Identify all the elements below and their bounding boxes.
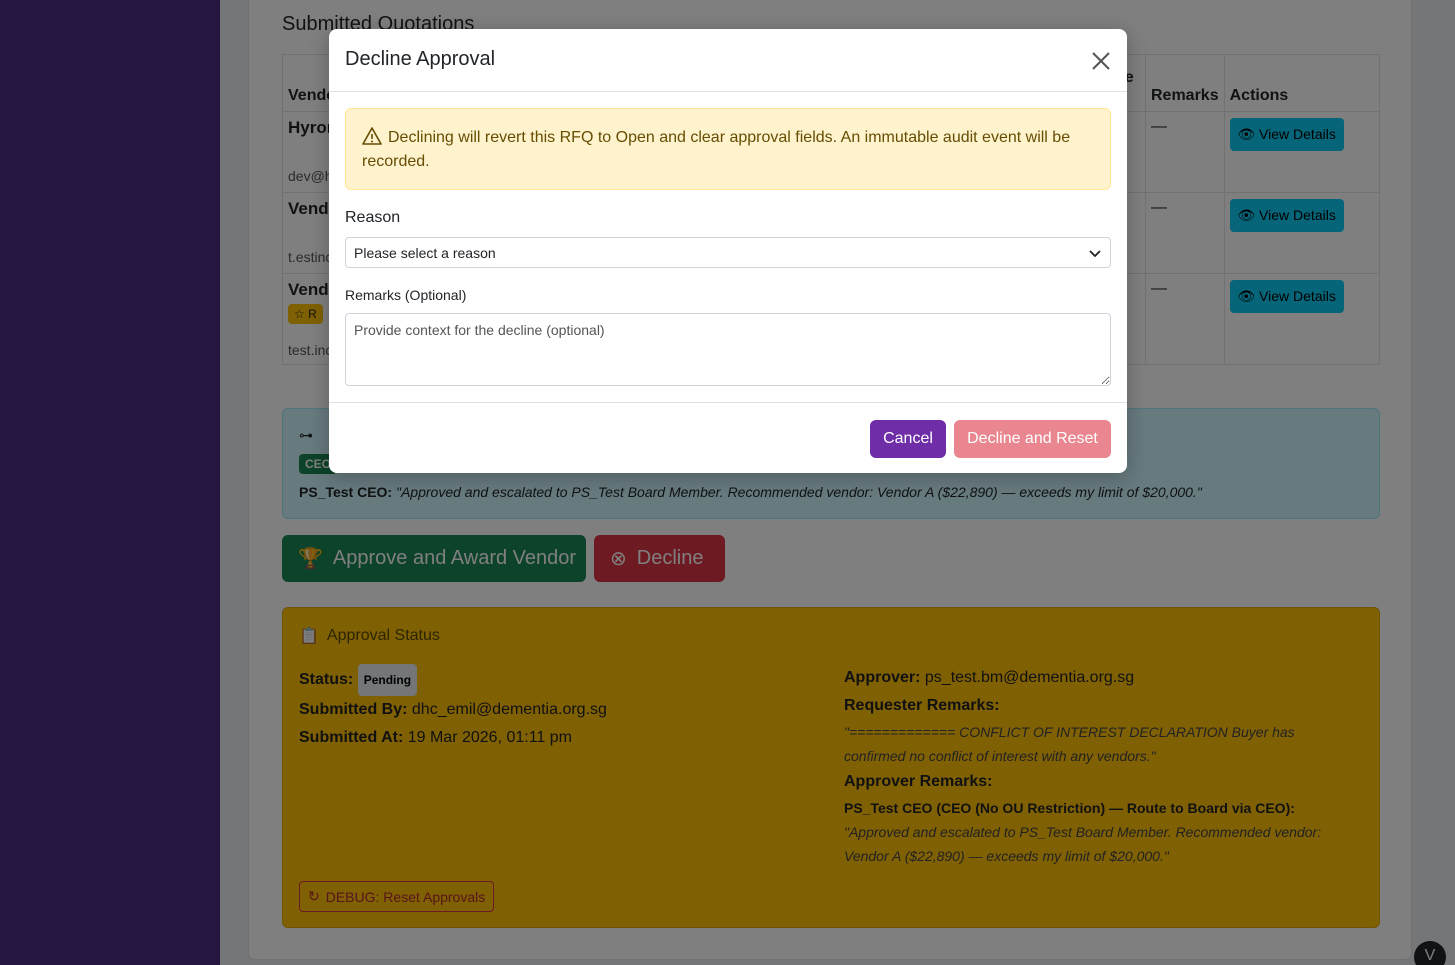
warning-triangle-icon <box>362 127 382 145</box>
decline-and-reset-button[interactable]: Decline and Reset <box>954 420 1111 458</box>
close-icon <box>1092 52 1110 70</box>
close-button[interactable] <box>1089 49 1113 73</box>
reason-select-value: Please select a reason <box>354 244 496 261</box>
warning-alert-text: Declining will revert this RFQ to Open a… <box>362 129 1071 170</box>
modal-header: Decline Approval <box>329 29 1127 92</box>
modal-title: Decline Approval <box>345 48 496 70</box>
cancel-button[interactable]: Cancel <box>870 420 946 458</box>
remarks-label: Remarks (Optional) <box>345 287 467 303</box>
remarks-textarea[interactable] <box>345 313 1111 386</box>
modal-footer: Cancel Decline and Reset <box>329 402 1127 473</box>
reason-select[interactable]: Please select a reason <box>345 237 1111 268</box>
warning-alert: Declining will revert this RFQ to Open a… <box>345 108 1111 190</box>
decline-approval-modal: Decline Approval Declining will revert t… <box>329 29 1127 473</box>
reason-label: Reason <box>345 209 401 226</box>
chevron-down-icon <box>1089 249 1101 257</box>
